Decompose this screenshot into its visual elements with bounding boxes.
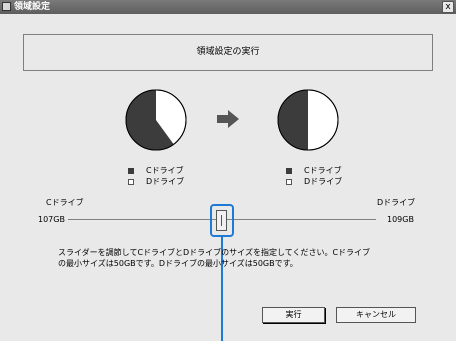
title-bar: 領域設定 x	[0, 0, 456, 14]
slider-highlight	[210, 204, 234, 237]
legend-label: Dドライブ	[146, 177, 185, 186]
after-pie-c-slice	[278, 90, 308, 150]
after-pie-chart	[277, 89, 339, 151]
arrow-right-icon	[217, 110, 239, 128]
legend-item: Cドライブ	[286, 165, 342, 176]
window-title: 領域設定	[14, 2, 51, 12]
before-legend: Cドライブ Dドライブ	[128, 165, 184, 187]
light-swatch-icon	[286, 178, 292, 185]
after-legend: Cドライブ Dドライブ	[286, 165, 342, 187]
instruction-text: スライダーを調節してCドライブとDドライブのサイズを指定してください。Cドライブ…	[58, 248, 371, 268]
legend-item: Cドライブ	[128, 165, 184, 176]
before-pie-chart	[125, 89, 187, 151]
close-button[interactable]: x	[442, 1, 454, 13]
c-drive-size: 107GB	[38, 215, 65, 224]
legend-label: Cドライブ	[304, 166, 342, 175]
slider-right-label: Dドライブ	[377, 198, 416, 207]
legend-label: Cドライブ	[146, 166, 184, 175]
d-drive-size: 109GB	[387, 215, 414, 224]
legend-label: Dドライブ	[304, 177, 343, 186]
header-label: 領域設定の実行	[196, 47, 260, 57]
light-swatch-icon	[128, 178, 134, 185]
slider-left-label: Cドライブ	[46, 198, 84, 207]
dark-swatch-icon	[128, 167, 134, 174]
legend-item: Dドライブ	[128, 176, 184, 187]
legend-item: Dドライブ	[286, 176, 342, 187]
header-box: 領域設定の実行	[23, 34, 433, 71]
dark-swatch-icon	[286, 167, 292, 174]
cancel-button[interactable]: キャンセル	[336, 307, 416, 323]
execute-button[interactable]: 実行	[262, 307, 325, 323]
window-icon	[2, 2, 11, 11]
